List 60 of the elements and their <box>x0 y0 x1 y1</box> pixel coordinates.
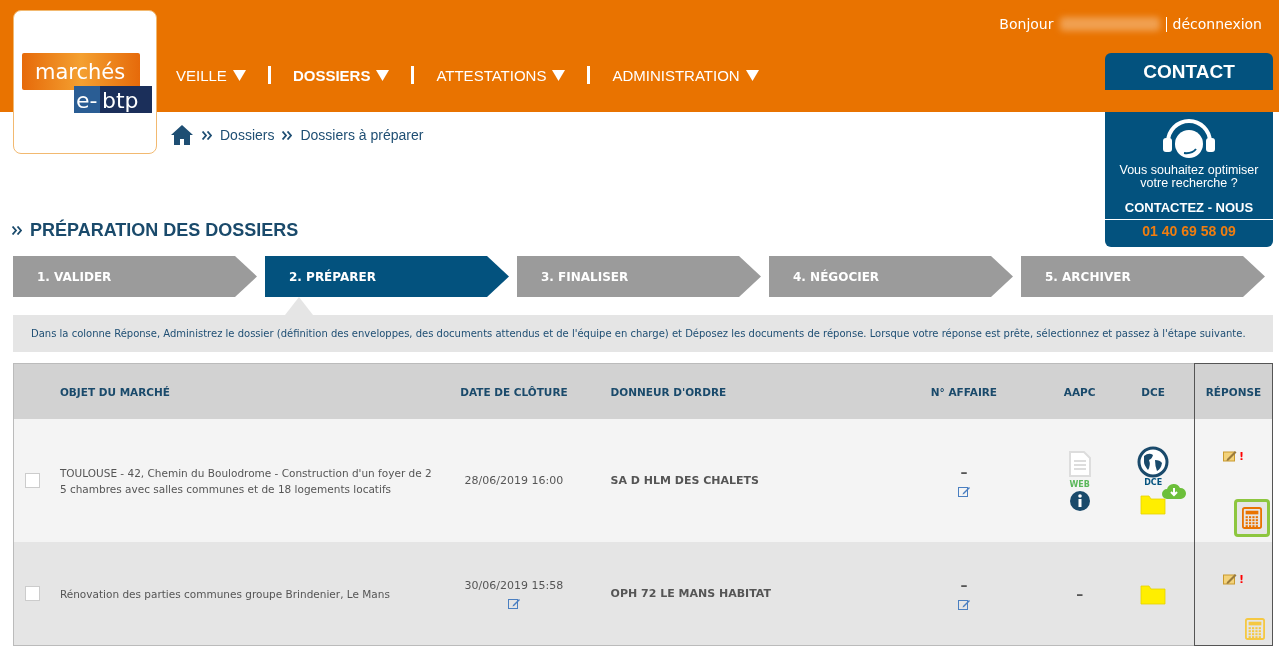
caret-icon <box>376 69 390 81</box>
column-header: DATE DE CLÔTURE <box>435 363 593 419</box>
table-cell: OPH 72 LE MANS HABITAT <box>592 542 881 646</box>
calculator-icon <box>1242 507 1262 529</box>
step-tab[interactable]: 5. ARCHIVER <box>1021 256 1265 297</box>
edit-icon[interactable] <box>957 599 970 610</box>
column-header: AAPC <box>1047 363 1113 419</box>
contact-text: Vous souhaitez optimiser votre recherche ? <box>1118 164 1260 190</box>
table-cell: – <box>960 464 968 480</box>
step-tab[interactable]: 2. PRÉPARER <box>265 256 509 297</box>
home-icon[interactable] <box>170 124 194 146</box>
caret-icon <box>552 69 566 81</box>
double-chevron-icon <box>202 130 212 140</box>
column-header: N° AFFAIRE <box>880 363 1047 419</box>
phone-number: 01 40 69 58 09 <box>1142 223 1236 239</box>
table-cell: – <box>960 577 968 593</box>
info-icon[interactable] <box>1069 491 1090 511</box>
note-pencil-icon[interactable] <box>1222 573 1237 585</box>
column-header: DCE <box>1112 363 1195 419</box>
calculator-button[interactable] <box>1234 499 1270 537</box>
nav-menu-item[interactable]: DOSSIERS <box>292 66 390 84</box>
edit-icon[interactable] <box>957 486 970 497</box>
caret-icon <box>745 69 759 81</box>
table-cell: SA D HLM DES CHALETS <box>592 419 881 542</box>
column-header: OBJET DU MARCHÉ <box>51 363 436 419</box>
greeting-text: Bonjour <box>999 16 1054 32</box>
edit-icon[interactable] <box>507 597 520 609</box>
folder-icon[interactable] <box>1140 493 1167 515</box>
cloud-download-icon[interactable] <box>1161 482 1188 500</box>
page-title: PRÉPARATION DES DOSSIERS <box>30 220 299 241</box>
column-header: RÉPONSE <box>1194 363 1273 419</box>
contact-us-link[interactable]: CONTACTEZ - NOUS <box>1105 200 1273 220</box>
row-checkbox[interactable] <box>25 586 41 601</box>
globe-icon[interactable] <box>1137 446 1170 478</box>
step-tab[interactable]: 4. NÉGOCIER <box>769 256 1013 297</box>
nav-menu-item[interactable]: ADMINISTRATION <box>612 66 759 84</box>
row-checkbox[interactable] <box>25 473 41 488</box>
contact-title[interactable]: CONTACT <box>1105 53 1273 112</box>
table-cell: 28/06/2019 16:00 <box>464 474 564 487</box>
double-chevron-icon <box>12 226 22 235</box>
alert-mark: ! <box>1238 573 1244 586</box>
nav-menu-item[interactable]: ATTESTATIONS <box>436 66 566 84</box>
table-cell: 30/06/2019 15:58 <box>464 578 564 592</box>
alert-mark: ! <box>1238 450 1244 463</box>
info-text: Dans la colonne Réponse, Administrez le dossier (définition des enveloppes, des documents attendus et de l'équipe en charge) et Déposez les documents de réponse. Lorsque votre réponse est prête, sélectionnez et passez à l'étape suivante. <box>13 315 1273 352</box>
table-cell: – <box>1076 585 1084 602</box>
logout-link[interactable]: déconnexion <box>1172 16 1262 32</box>
table-cell: TOULOUSE - 42, Chemin du Boulodrome - Construction d'un foyer de 2 5 chambres avec salles communes et de 18 logements locatifs <box>51 419 436 542</box>
step-tab[interactable]: 3. FINALISER <box>517 256 761 297</box>
breadcrumb-link[interactable]: Dossiers à préparer <box>300 127 424 143</box>
table-cell: Rénovation des parties communes groupe Brindenier, Le Mans <box>51 542 436 646</box>
step-tab[interactable]: 1. VALIDER <box>13 256 257 297</box>
note-pencil-icon[interactable] <box>1222 450 1237 462</box>
nav-menu-item[interactable]: VEILLE <box>176 66 246 84</box>
double-chevron-icon <box>282 130 293 140</box>
dce-label: DCE <box>1144 478 1163 487</box>
breadcrumb-link[interactable]: Dossiers <box>220 127 275 143</box>
caret-icon <box>232 69 246 81</box>
web-label: WEB <box>1069 480 1090 489</box>
column-header: DONNEUR D'ORDRE <box>592 363 881 419</box>
